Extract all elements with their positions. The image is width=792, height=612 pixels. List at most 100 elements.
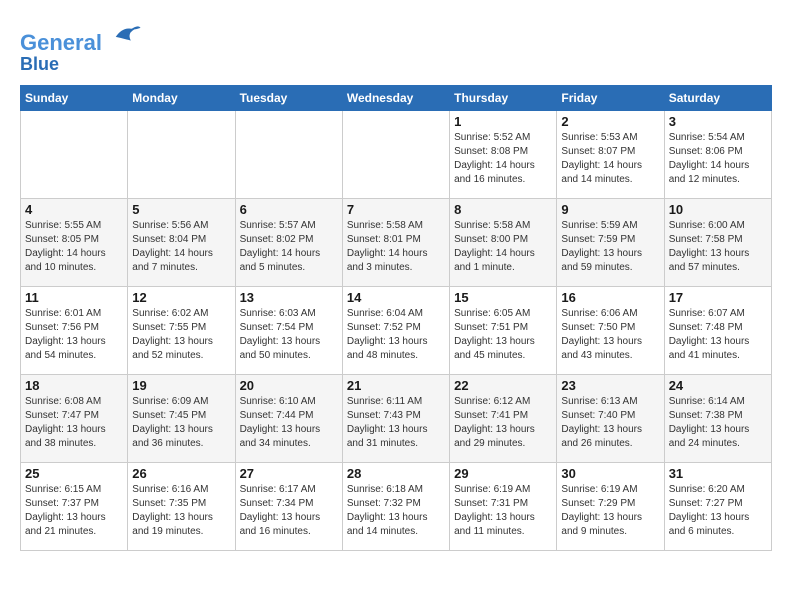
day-info: Sunrise: 5:54 AM Sunset: 8:06 PM Dayligh… xyxy=(669,131,767,187)
day-number: 22 xyxy=(454,378,552,393)
day-info: Sunrise: 6:10 AM Sunset: 7:44 PM Dayligh… xyxy=(240,395,338,451)
day-number: 14 xyxy=(347,290,445,305)
day-number: 31 xyxy=(669,466,767,481)
calendar-cell: 6 Sunrise: 5:57 AM Sunset: 8:02 PM Daylig… xyxy=(235,198,342,286)
day-number: 3 xyxy=(669,114,767,129)
day-number: 27 xyxy=(240,466,338,481)
header-day-tuesday: Tuesday xyxy=(235,85,342,110)
day-number: 9 xyxy=(561,202,659,217)
day-number: 10 xyxy=(669,202,767,217)
calendar-cell: 11Sunrise: 6:01 AM Sunset: 7:56 PM Dayli… xyxy=(21,286,128,374)
day-info: Sunrise: 5:55 AM Sunset: 8:05 PM Dayligh… xyxy=(25,219,123,275)
page-header: General Blue xyxy=(20,20,772,75)
calendar-cell: 15 Sunrise: 6:05 AM Sunset: 7:51 PM Dayli… xyxy=(450,286,557,374)
calendar-week-4: 25 Sunrise: 6:15 AM Sunset: 7:37 PM Dayli… xyxy=(21,462,772,550)
logo-bird-icon xyxy=(112,20,142,50)
day-info: Sunrise: 6:11 AM Sunset: 7:43 PM Dayligh… xyxy=(347,395,445,451)
day-number: 2 xyxy=(561,114,659,129)
calendar-cell: 8 Sunrise: 5:58 AM Sunset: 8:00 PM Daylig… xyxy=(450,198,557,286)
day-number: 29 xyxy=(454,466,552,481)
calendar-cell: 28 Sunrise: 6:18 AM Sunset: 7:32 PM Dayli… xyxy=(342,462,449,550)
header-day-thursday: Thursday xyxy=(450,85,557,110)
day-info: Sunrise: 6:06 AM Sunset: 7:50 PM Dayligh… xyxy=(561,307,659,363)
calendar-week-2: 11Sunrise: 6:01 AM Sunset: 7:56 PM Dayli… xyxy=(21,286,772,374)
day-number: 18 xyxy=(25,378,123,393)
calendar-cell: 17 Sunrise: 6:07 AM Sunset: 7:48 PM Dayli… xyxy=(664,286,771,374)
calendar-cell: 3 Sunrise: 5:54 AM Sunset: 8:06 PM Daylig… xyxy=(664,110,771,198)
day-info: Sunrise: 6:07 AM Sunset: 7:48 PM Dayligh… xyxy=(669,307,767,363)
day-number: 19 xyxy=(132,378,230,393)
day-number: 17 xyxy=(669,290,767,305)
day-info: Sunrise: 6:05 AM Sunset: 7:51 PM Dayligh… xyxy=(454,307,552,363)
calendar-cell: 5 Sunrise: 5:56 AM Sunset: 8:04 PM Daylig… xyxy=(128,198,235,286)
day-info: Sunrise: 6:00 AM Sunset: 7:58 PM Dayligh… xyxy=(669,219,767,275)
calendar-cell: 30Sunrise: 6:19 AM Sunset: 7:29 PM Dayli… xyxy=(557,462,664,550)
calendar-cell: 23 Sunrise: 6:13 AM Sunset: 7:40 PM Dayli… xyxy=(557,374,664,462)
day-info: Sunrise: 5:58 AM Sunset: 8:01 PM Dayligh… xyxy=(347,219,445,275)
calendar-cell xyxy=(21,110,128,198)
day-info: Sunrise: 6:15 AM Sunset: 7:37 PM Dayligh… xyxy=(25,483,123,539)
day-number: 7 xyxy=(347,202,445,217)
day-info: Sunrise: 6:16 AM Sunset: 7:35 PM Dayligh… xyxy=(132,483,230,539)
day-info: Sunrise: 6:19 AM Sunset: 7:29 PM Dayligh… xyxy=(561,483,659,539)
calendar-cell xyxy=(342,110,449,198)
calendar-cell: 21 Sunrise: 6:11 AM Sunset: 7:43 PM Dayli… xyxy=(342,374,449,462)
day-info: Sunrise: 5:58 AM Sunset: 8:00 PM Dayligh… xyxy=(454,219,552,275)
day-number: 11 xyxy=(25,290,123,305)
calendar-cell: 20 Sunrise: 6:10 AM Sunset: 7:44 PM Dayli… xyxy=(235,374,342,462)
day-number: 13 xyxy=(240,290,338,305)
calendar-cell xyxy=(128,110,235,198)
calendar-cell: 13Sunrise: 6:03 AM Sunset: 7:54 PM Dayli… xyxy=(235,286,342,374)
day-number: 24 xyxy=(669,378,767,393)
day-number: 6 xyxy=(240,202,338,217)
day-number: 21 xyxy=(347,378,445,393)
day-number: 15 xyxy=(454,290,552,305)
day-info: Sunrise: 6:02 AM Sunset: 7:55 PM Dayligh… xyxy=(132,307,230,363)
header-day-monday: Monday xyxy=(128,85,235,110)
day-number: 16 xyxy=(561,290,659,305)
day-info: Sunrise: 6:19 AM Sunset: 7:31 PM Dayligh… xyxy=(454,483,552,539)
calendar-table: SundayMondayTuesdayWednesdayThursdayFrid… xyxy=(20,85,772,551)
header-day-sunday: Sunday xyxy=(21,85,128,110)
day-info: Sunrise: 6:13 AM Sunset: 7:40 PM Dayligh… xyxy=(561,395,659,451)
day-info: Sunrise: 6:08 AM Sunset: 7:47 PM Dayligh… xyxy=(25,395,123,451)
logo-text: General xyxy=(20,20,142,55)
day-info: Sunrise: 5:56 AM Sunset: 8:04 PM Dayligh… xyxy=(132,219,230,275)
day-number: 8 xyxy=(454,202,552,217)
day-info: Sunrise: 6:17 AM Sunset: 7:34 PM Dayligh… xyxy=(240,483,338,539)
calendar-cell: 24 Sunrise: 6:14 AM Sunset: 7:38 PM Dayli… xyxy=(664,374,771,462)
calendar-cell xyxy=(235,110,342,198)
day-number: 25 xyxy=(25,466,123,481)
calendar-cell: 19Sunrise: 6:09 AM Sunset: 7:45 PM Dayli… xyxy=(128,374,235,462)
day-number: 20 xyxy=(240,378,338,393)
day-info: Sunrise: 6:04 AM Sunset: 7:52 PM Dayligh… xyxy=(347,307,445,363)
day-info: Sunrise: 5:52 AM Sunset: 8:08 PM Dayligh… xyxy=(454,131,552,187)
day-info: Sunrise: 5:59 AM Sunset: 7:59 PM Dayligh… xyxy=(561,219,659,275)
day-number: 23 xyxy=(561,378,659,393)
calendar-cell: 12Sunrise: 6:02 AM Sunset: 7:55 PM Dayli… xyxy=(128,286,235,374)
calendar-cell: 16 Sunrise: 6:06 AM Sunset: 7:50 PM Dayli… xyxy=(557,286,664,374)
day-number: 26 xyxy=(132,466,230,481)
day-info: Sunrise: 6:18 AM Sunset: 7:32 PM Dayligh… xyxy=(347,483,445,539)
calendar-cell: 26 Sunrise: 6:16 AM Sunset: 7:35 PM Dayli… xyxy=(128,462,235,550)
logo: General Blue xyxy=(20,20,142,75)
calendar-cell: 9 Sunrise: 5:59 AM Sunset: 7:59 PM Daylig… xyxy=(557,198,664,286)
calendar-cell: 27 Sunrise: 6:17 AM Sunset: 7:34 PM Dayli… xyxy=(235,462,342,550)
day-info: Sunrise: 6:14 AM Sunset: 7:38 PM Dayligh… xyxy=(669,395,767,451)
logo-blue: Blue xyxy=(20,55,142,75)
calendar-cell: 4 Sunrise: 5:55 AM Sunset: 8:05 PM Daylig… xyxy=(21,198,128,286)
calendar-cell: 18 Sunrise: 6:08 AM Sunset: 7:47 PM Dayli… xyxy=(21,374,128,462)
calendar-cell: 29 Sunrise: 6:19 AM Sunset: 7:31 PM Dayli… xyxy=(450,462,557,550)
calendar-header: SundayMondayTuesdayWednesdayThursdayFrid… xyxy=(21,85,772,110)
calendar-cell: 10 Sunrise: 6:00 AM Sunset: 7:58 PM Dayli… xyxy=(664,198,771,286)
calendar-cell: 7 Sunrise: 5:58 AM Sunset: 8:01 PM Daylig… xyxy=(342,198,449,286)
day-number: 28 xyxy=(347,466,445,481)
header-day-wednesday: Wednesday xyxy=(342,85,449,110)
day-info: Sunrise: 5:57 AM Sunset: 8:02 PM Dayligh… xyxy=(240,219,338,275)
day-number: 5 xyxy=(132,202,230,217)
day-number: 1 xyxy=(454,114,552,129)
day-info: Sunrise: 6:20 AM Sunset: 7:27 PM Dayligh… xyxy=(669,483,767,539)
day-info: Sunrise: 5:53 AM Sunset: 8:07 PM Dayligh… xyxy=(561,131,659,187)
calendar-cell: 31 Sunrise: 6:20 AM Sunset: 7:27 PM Dayli… xyxy=(664,462,771,550)
day-number: 4 xyxy=(25,202,123,217)
